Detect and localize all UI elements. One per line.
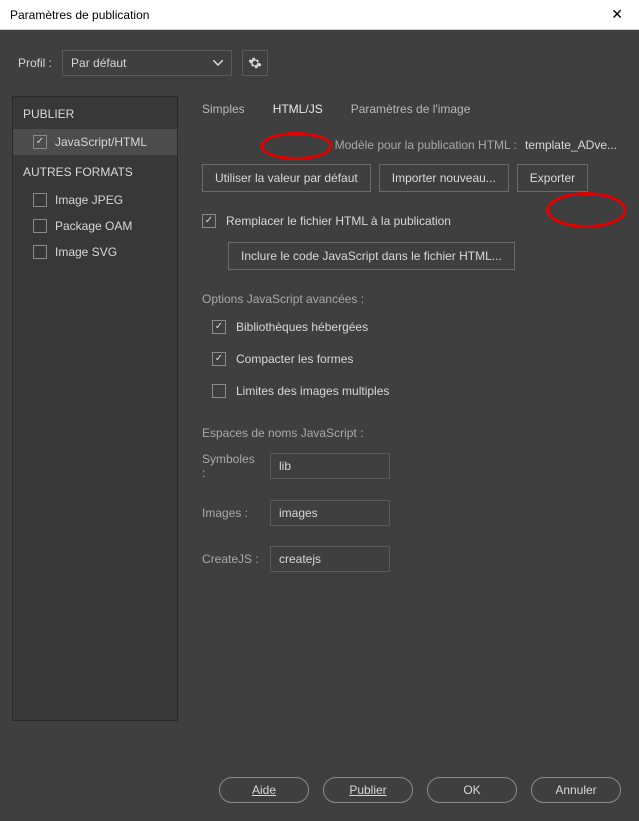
sidebar: PUBLIER JavaScript/HTML AUTRES FORMATS I… [12, 96, 178, 721]
symbols-input[interactable] [270, 453, 390, 479]
include-js-button[interactable]: Inclure le code JavaScript dans le fichi… [228, 242, 515, 270]
export-button[interactable]: Exporter [517, 164, 588, 192]
checkbox-icon[interactable] [33, 245, 47, 259]
sidebar-item-label: Image SVG [55, 245, 117, 259]
sidebar-item-package-oam[interactable]: Package OAM [13, 213, 177, 239]
tab-htmljs[interactable]: HTML/JS [273, 102, 323, 120]
createjs-label: CreateJS : [202, 552, 260, 566]
checkbox-icon[interactable] [33, 193, 47, 207]
sidebar-item-image-jpeg[interactable]: Image JPEG [13, 187, 177, 213]
opt-compact-shapes: Compacter les formes [202, 348, 617, 370]
tab-simples[interactable]: Simples [202, 102, 245, 120]
checkbox-hosted-libs[interactable] [212, 320, 226, 334]
sidebar-item-image-svg[interactable]: Image SVG [13, 239, 177, 265]
template-value: template_ADve... [525, 138, 617, 152]
checkbox-replace-html[interactable] [202, 214, 216, 228]
opt-multi-image-bounds: Limites des images multiples [202, 380, 617, 402]
checkbox-multi-image-bounds[interactable] [212, 384, 226, 398]
checkbox-compact-shapes[interactable] [212, 352, 226, 366]
field-symbols: Symboles : [192, 446, 627, 486]
help-button[interactable]: Aide [219, 777, 309, 803]
opt-label: Limites des images multiples [236, 384, 389, 398]
sidebar-item-label: Image JPEG [55, 193, 123, 207]
field-createjs: CreateJS : [192, 540, 627, 578]
symbols-label: Symboles : [202, 452, 260, 480]
sidebar-item-javascript-html[interactable]: JavaScript/HTML [13, 129, 177, 155]
advanced-options-label: Options JavaScript avancées : [192, 286, 627, 312]
images-input[interactable] [270, 500, 390, 526]
opt-hosted-libs: Bibliothèques hébergées [202, 316, 617, 338]
images-label: Images : [202, 506, 260, 520]
profile-row: Profil : Par défaut [0, 30, 639, 96]
dialog-footer: Aide Publier OK Annuler [219, 777, 621, 803]
cancel-button[interactable]: Annuler [531, 777, 621, 803]
createjs-input[interactable] [270, 546, 390, 572]
opt-label: Bibliothèques hébergées [236, 320, 368, 334]
profile-select[interactable]: Par défaut [62, 50, 232, 76]
opt-label: Compacter les formes [236, 352, 353, 366]
template-row: Modèle pour la publication HTML : templa… [192, 138, 627, 152]
close-icon[interactable]: ✕ [605, 6, 629, 23]
sidebar-item-label: Package OAM [55, 219, 132, 233]
chevron-down-icon [213, 60, 223, 66]
checkbox-icon[interactable] [33, 219, 47, 233]
sidebar-header-publish: PUBLIER [13, 97, 177, 129]
window-title: Paramètres de publication [10, 8, 149, 22]
title-bar: Paramètres de publication ✕ [0, 0, 639, 30]
profile-selected: Par défaut [71, 56, 126, 70]
sidebar-item-label: JavaScript/HTML [55, 135, 147, 149]
tabs: Simples HTML/JS Paramètres de l'image [192, 102, 627, 120]
replace-html-label: Remplacer le fichier HTML à la publicati… [226, 214, 451, 228]
checkbox-icon[interactable] [33, 135, 47, 149]
publish-button[interactable]: Publier [323, 777, 413, 803]
template-label: Modèle pour la publication HTML : [202, 138, 517, 152]
use-default-button[interactable]: Utiliser la valeur par défaut [202, 164, 371, 192]
profile-settings-button[interactable] [242, 50, 268, 76]
tab-image-settings[interactable]: Paramètres de l'image [351, 102, 471, 120]
profile-label: Profil : [18, 56, 52, 70]
replace-html-row: Remplacer le fichier HTML à la publicati… [192, 210, 627, 232]
advanced-options: Bibliothèques hébergées Compacter les fo… [192, 312, 627, 416]
right-panel: Simples HTML/JS Paramètres de l'image Mo… [192, 96, 627, 721]
namespaces-label: Espaces de noms JavaScript : [192, 420, 627, 446]
sidebar-header-other: AUTRES FORMATS [13, 155, 177, 187]
template-buttons: Utiliser la valeur par défaut Importer n… [192, 164, 627, 192]
field-images: Images : [192, 494, 627, 532]
ok-button[interactable]: OK [427, 777, 517, 803]
gear-icon [248, 56, 262, 70]
import-new-button[interactable]: Importer nouveau... [379, 164, 509, 192]
